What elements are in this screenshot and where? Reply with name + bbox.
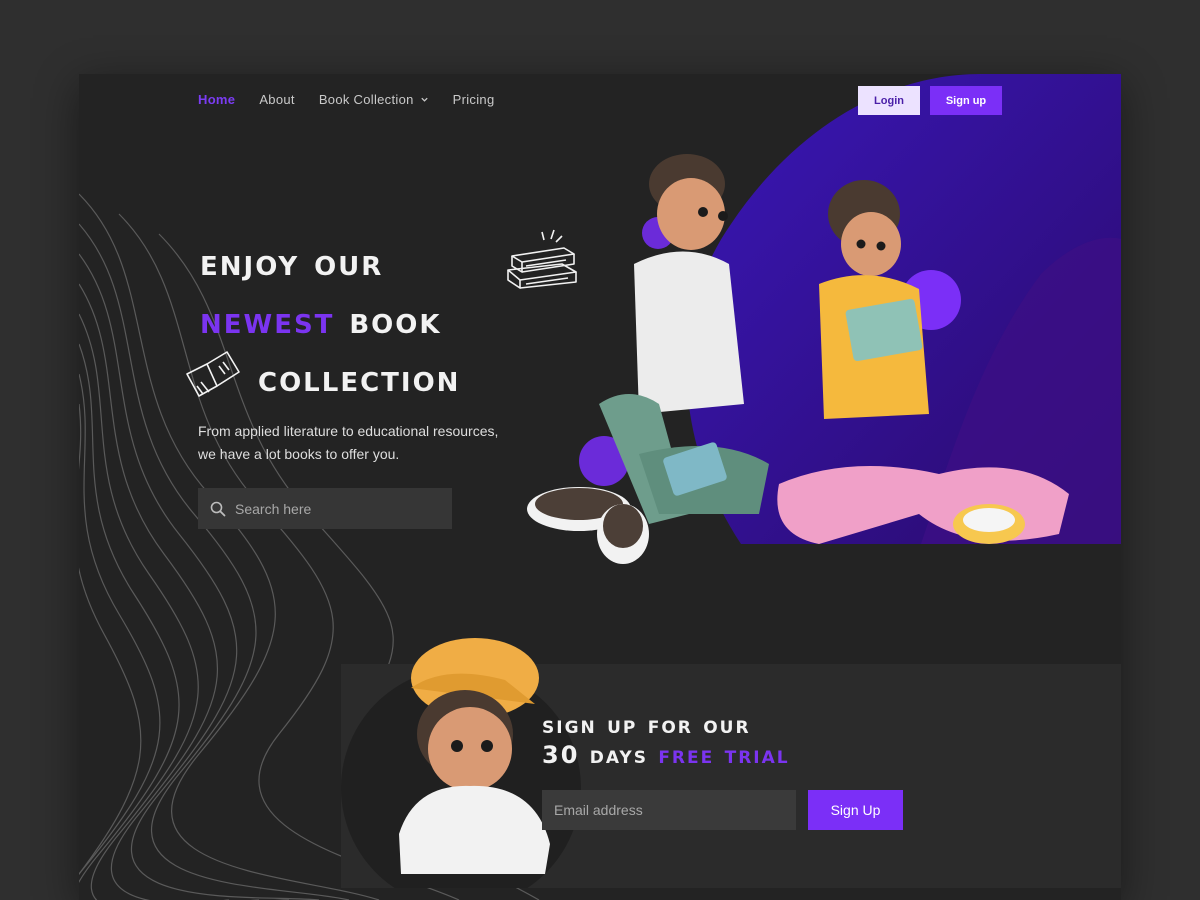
search-icon — [210, 501, 226, 516]
email-field[interactable]: Email address — [542, 790, 796, 830]
nav-book-collection[interactable]: Book Collection — [319, 92, 429, 107]
trial-signup-button[interactable]: Sign Up — [808, 790, 903, 830]
reading-couple-illustration — [527, 154, 1069, 564]
landing-page: Home About Book Collection Pricing Login… — [79, 74, 1121, 900]
nav-pricing[interactable]: Pricing — [453, 92, 495, 107]
search-box[interactable]: Search here — [198, 488, 452, 529]
nav-about[interactable]: About — [259, 92, 294, 107]
hero-accent-word: Newest — [200, 299, 335, 342]
chevron-down-icon — [420, 97, 428, 102]
hero-line-2-rest: Book — [349, 299, 442, 342]
nav-home[interactable]: Home — [198, 92, 235, 107]
login-button[interactable]: Login — [858, 86, 920, 115]
nav-book-collection-label: Book Collection — [318, 92, 414, 107]
main-nav: Home About Book Collection Pricing — [198, 92, 494, 107]
trial-title-prefix: 30 Days — [542, 741, 648, 769]
hero-subtitle-line-2: we have a lot books to offer you. — [198, 446, 400, 462]
trial-title-accent: Free Trial — [658, 741, 790, 769]
hero-subtitle-line-1: From applied literature to educational r… — [198, 423, 499, 439]
trial-title-line-1: Sign up for our — [542, 711, 751, 739]
search-input[interactable]: Search here — [235, 501, 311, 517]
hero-subtitle: From applied literature to educational r… — [198, 420, 518, 466]
trial-title-line-2: 30 Days Free Trial — [542, 740, 962, 770]
open-book-icon — [186, 351, 240, 397]
trial-title: Sign up for our 30 Days Free Trial — [542, 710, 962, 770]
signup-header-button[interactable]: Sign up — [930, 86, 1002, 115]
